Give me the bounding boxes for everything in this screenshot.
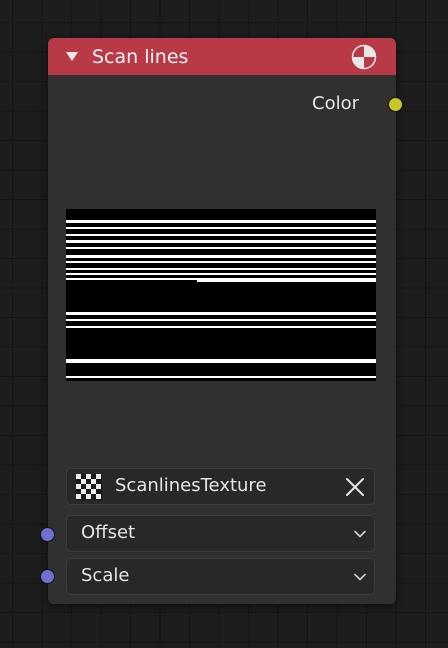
- node-title: Scan lines: [92, 46, 189, 68]
- output-socket-color[interactable]: [388, 97, 403, 112]
- texture-name: ScanlinesTexture: [115, 475, 267, 496]
- input-label-offset: Offset: [81, 522, 136, 543]
- input-label-scale: Scale: [81, 565, 130, 586]
- chevron-down-icon: [354, 530, 366, 538]
- chevron-down-icon: [354, 573, 366, 581]
- scan-lines-node[interactable]: Scan lines Color ScanlinesTexture Offset…: [40, 38, 403, 604]
- input-socket-offset[interactable]: [40, 527, 55, 542]
- checker-icon: [76, 474, 102, 500]
- output-label-color: Color: [312, 93, 359, 114]
- texture-selector[interactable]: ScanlinesTexture: [66, 468, 375, 505]
- texture-preview: [66, 209, 376, 381]
- triangle-down-icon[interactable]: [64, 48, 80, 64]
- node-header[interactable]: Scan lines: [48, 38, 396, 75]
- input-socket-scale[interactable]: [40, 569, 55, 584]
- shader-icon: [351, 44, 377, 70]
- close-icon[interactable]: [344, 476, 366, 498]
- offset-input[interactable]: Offset: [66, 515, 375, 552]
- scale-input[interactable]: Scale: [66, 558, 375, 595]
